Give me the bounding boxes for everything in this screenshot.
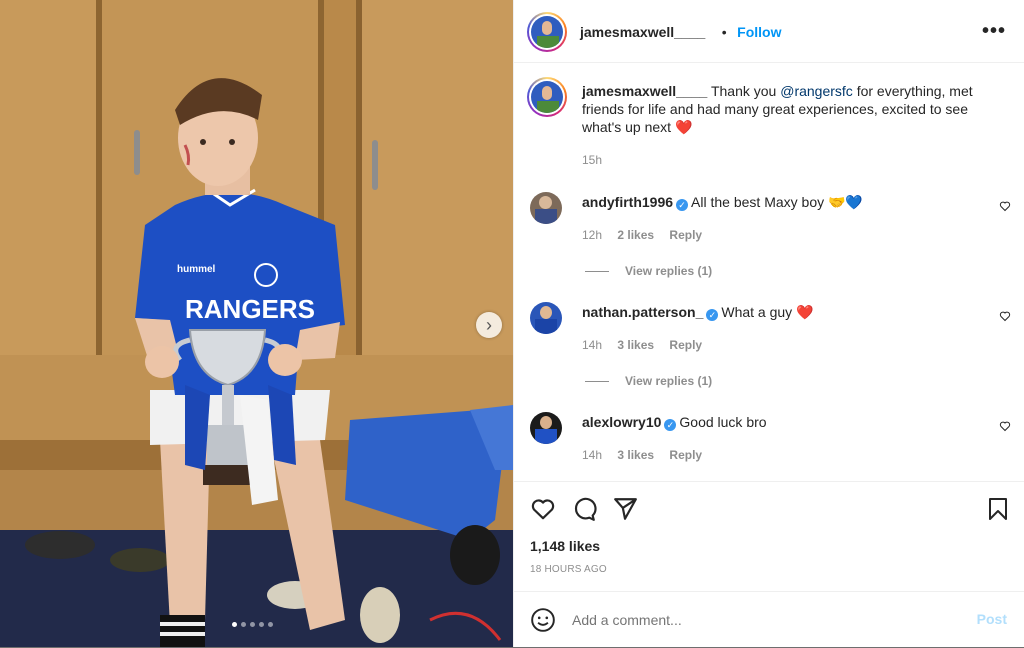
post-timestamp[interactable]: 18 HOURS AGO [530, 564, 607, 575]
comment-input[interactable] [570, 608, 934, 632]
post-header: jamesmaxwell____ • Follow ••• [514, 0, 1024, 63]
heart-icon[interactable] [999, 200, 1011, 212]
avatar [531, 16, 563, 48]
more-options-icon[interactable]: ••• [982, 20, 1006, 43]
view-replies-button[interactable]: View replies (1) [585, 374, 712, 388]
carousel-indicator [232, 622, 273, 627]
share-paper-plane-icon[interactable] [612, 496, 638, 522]
comment-text: Good luck bro [679, 414, 767, 430]
carousel-dot [250, 622, 255, 627]
comment-likes[interactable]: 3 likes [617, 448, 654, 462]
comment-text-row: nathan.patterson_ ✓ What a guy ❤️ [582, 303, 814, 321]
shirt-text: RANGERS [185, 294, 315, 324]
comment-avatar[interactable] [530, 302, 562, 334]
story-ring[interactable] [527, 12, 567, 52]
save-bookmark-icon[interactable] [986, 496, 1010, 522]
caption-username[interactable]: jamesmaxwell____ [582, 83, 707, 99]
comment-meta: 14h 3 likes Reply [582, 448, 702, 462]
follow-button[interactable]: Follow [737, 24, 781, 40]
comment-avatar[interactable] [530, 412, 562, 444]
verified-badge-icon: ✓ [676, 199, 689, 211]
post-username[interactable]: jamesmaxwell____ [580, 24, 705, 40]
comment-time: 14h [582, 338, 603, 352]
chevron-right-icon: › [486, 315, 492, 335]
comment-meta: 12h 2 likes Reply [582, 228, 702, 242]
caption-text-start: Thank you [710, 83, 781, 99]
caption-avatar [531, 81, 563, 113]
likes-count[interactable]: 1,148 likes [530, 538, 600, 554]
verified-badge-icon: ✓ [664, 419, 677, 431]
caption-time: 15h [582, 153, 603, 167]
comment-time: 14h [582, 448, 603, 462]
comment-text-row: alexlowry10 ✓ Good luck bro [582, 413, 767, 431]
carousel-dot [241, 622, 246, 627]
post-comment-button[interactable]: Post [977, 611, 1007, 627]
separator-dot: • [721, 24, 727, 40]
view-replies-label: View replies (1) [625, 264, 713, 278]
like-heart-icon[interactable] [530, 496, 556, 522]
caption-mention-link[interactable]: @rangersfc [780, 83, 853, 99]
carousel-dot [259, 622, 264, 627]
comment-likes[interactable]: 2 likes [617, 228, 654, 242]
comment-text: All the best Maxy boy 🤝💙 [691, 194, 863, 210]
comment-meta: 14h 3 likes Reply [582, 338, 702, 352]
view-replies-button[interactable]: View replies (1) [585, 264, 712, 278]
comment-time: 12h [582, 228, 603, 242]
reply-button[interactable]: Reply [669, 448, 702, 462]
heart-icon[interactable] [999, 310, 1011, 322]
reply-button[interactable]: Reply [669, 228, 702, 242]
caption-story-ring[interactable] [527, 77, 567, 117]
comment-text-row: andyfirth1996 ✓ All the best Maxy boy 🤝💙 [582, 193, 863, 211]
comment-likes[interactable]: 3 likes [617, 338, 654, 352]
comment-username[interactable]: alexlowry10 [582, 414, 661, 430]
post-details-panel: jamesmaxwell____ • Follow ••• jamesmaxwe… [513, 0, 1024, 647]
comment-username[interactable]: nathan.patterson_ [582, 304, 703, 320]
shirt-brand: hummel [177, 264, 216, 275]
post-window: RANGERS hummel › jamesmaxwell____ • Foll… [0, 0, 1024, 647]
replies-line [585, 271, 609, 273]
post-actions: 1,148 likes 18 HOURS AGO [514, 481, 1024, 592]
view-replies-label: View replies (1) [625, 374, 713, 388]
photo-illustration: RANGERS hummel [0, 0, 513, 647]
post-photo[interactable]: RANGERS hummel › [0, 0, 513, 647]
caption-text: jamesmaxwell____ Thank you @rangersfc fo… [582, 82, 1002, 136]
carousel-dot [268, 622, 273, 627]
comment-username[interactable]: andyfirth1996 [582, 194, 673, 210]
comment-text: What a guy ❤️ [721, 304, 814, 320]
comment-bubble-icon[interactable] [571, 496, 597, 522]
replies-line [585, 381, 609, 383]
emoji-smiley-icon[interactable] [530, 607, 556, 633]
reply-button[interactable]: Reply [669, 338, 702, 352]
heart-icon[interactable] [999, 420, 1011, 432]
next-photo-button[interactable]: › [476, 312, 502, 338]
carousel-dot-active [232, 622, 237, 627]
add-comment-bar: Post [514, 591, 1024, 648]
comment-avatar[interactable] [530, 192, 562, 224]
verified-badge-icon: ✓ [706, 309, 719, 321]
